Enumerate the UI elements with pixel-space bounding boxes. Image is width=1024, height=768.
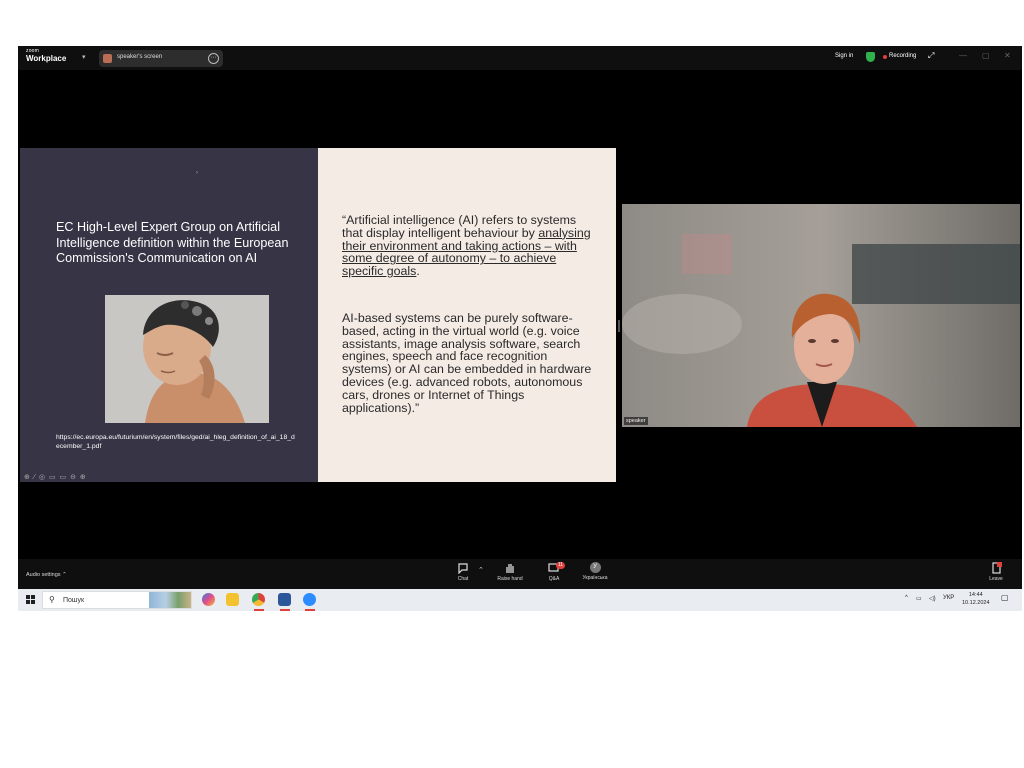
slide-left-panel: › EC High-Level Expert Group on Artifici… <box>20 148 318 482</box>
title-bar: zoom Workplace ▾ speaker's screen ⋯ Sign… <box>18 46 1022 70</box>
screen-share-tab[interactable]: speaker's screen ⋯ <box>99 50 223 67</box>
meeting-controls: Audio settings ⌃ Chat ⌃ Raise hand 11 Q&… <box>18 559 1022 589</box>
zoom-window: zoom Workplace ▾ speaker's screen ⋯ Sign… <box>18 46 1022 611</box>
volume-icon[interactable]: ◁) <box>929 595 936 602</box>
slide-right-panel: “Artificial intelligence (AI) refers to … <box>318 148 616 482</box>
share-tab-label: speaker's screen <box>117 54 163 60</box>
zoom-app-icon[interactable] <box>303 593 316 606</box>
record-dot-icon <box>883 55 887 59</box>
chat-button[interactable]: Chat <box>443 562 483 582</box>
qa-count-badge: 11 <box>556 562 565 569</box>
shared-slide: › EC High-Level Expert Group on Artifici… <box>20 148 616 482</box>
taskbar-search[interactable]: ⚲ Пошук <box>42 591 192 609</box>
ai-systems-quote: AI-based systems can be purely software-… <box>342 311 592 415</box>
audio-settings-button[interactable]: Audio settings ⌃ <box>26 572 67 578</box>
search-highlight-image <box>149 592 191 608</box>
language-label: Українська <box>582 575 608 581</box>
raise-hand-button[interactable]: Raise hand <box>490 562 530 582</box>
clock-time: 14:44 <box>968 592 983 598</box>
search-placeholder: Пошук <box>63 597 85 604</box>
speaker-name-tag: speaker <box>624 417 648 425</box>
chat-label: Chat <box>457 576 469 582</box>
leave-icon <box>992 562 1002 574</box>
chevron-down-icon[interactable]: ▾ <box>82 53 86 61</box>
robot-image <box>105 295 269 423</box>
raise-hand-icon <box>506 564 514 573</box>
tray-expand-icon[interactable]: ^ <box>905 595 908 601</box>
notifications-icon[interactable]: ▢ <box>1001 593 1009 602</box>
minimize-icon[interactable]: — <box>959 51 967 60</box>
windows-start-icon[interactable] <box>26 595 36 605</box>
leave-button[interactable]: Leave <box>976 562 1016 582</box>
ai-definition-quote: “Artificial intelligence (AI) refers to … <box>342 214 598 278</box>
logo-big-text: Workplace <box>26 54 67 63</box>
slide-toolbar[interactable]: ⊕ ⁄ ◎ ▭ ▭ ⊖ ⊕ <box>24 473 87 481</box>
zoom-workplace-logo: zoom Workplace <box>26 49 66 63</box>
word-active-indicator <box>280 609 290 611</box>
windows-taskbar: ⚲ Пошук ^ ▭ ◁) УКР 14:44 10.12.2024 ▢ <box>18 589 1022 611</box>
raise-hand-label: Raise hand <box>497 576 523 582</box>
language-icon: У <box>589 562 601 573</box>
qa-label: Q&A <box>548 576 560 582</box>
leave-label: Leave <box>989 576 1003 582</box>
recording-indicator[interactable]: Recording <box>889 53 916 59</box>
copilot-icon[interactable] <box>202 593 215 606</box>
slide-title: EC High-Level Expert Group on Artificial… <box>56 220 289 265</box>
maximize-icon[interactable]: ▢ <box>982 51 990 60</box>
speaker-video-frame <box>622 204 1020 427</box>
source-url[interactable]: https://ec.europa.eu/futurium/en/system/… <box>56 434 296 451</box>
chat-icon <box>458 563 468 574</box>
file-explorer-icon[interactable] <box>226 593 239 606</box>
input-language[interactable]: УКР <box>943 595 954 601</box>
language-button[interactable]: У Українська <box>575 562 615 581</box>
robot-photo <box>105 295 269 423</box>
clock-date: 10.12.2024 <box>962 600 990 606</box>
cursor-mark: › <box>196 170 198 176</box>
sign-in-link[interactable]: Sign in <box>835 53 853 59</box>
security-shield-icon[interactable] <box>866 52 875 62</box>
chrome-active-indicator <box>254 609 264 611</box>
search-icon: ⚲ <box>49 595 55 604</box>
taskbar-clock[interactable]: 14:44 10.12.2024 <box>962 591 990 607</box>
word-icon[interactable] <box>278 593 291 606</box>
fullscreen-icon[interactable]: ⤢ <box>928 51 934 61</box>
panel-divider-handle[interactable] <box>618 320 620 332</box>
chrome-icon[interactable] <box>252 593 265 606</box>
chat-options-caret[interactable]: ⌃ <box>478 566 484 574</box>
zoom-active-indicator <box>305 609 315 611</box>
close-icon[interactable]: ✕ <box>1004 51 1011 60</box>
speaker-video[interactable]: speaker <box>622 204 1020 427</box>
quote1-end: . <box>416 264 420 279</box>
qa-button[interactable]: 11 Q&A <box>534 562 574 582</box>
audio-settings-label: Audio settings <box>26 572 61 578</box>
more-options-icon[interactable]: ⋯ <box>208 53 219 64</box>
speaker-avatar <box>103 54 112 63</box>
network-icon[interactable]: ▭ <box>916 595 922 602</box>
